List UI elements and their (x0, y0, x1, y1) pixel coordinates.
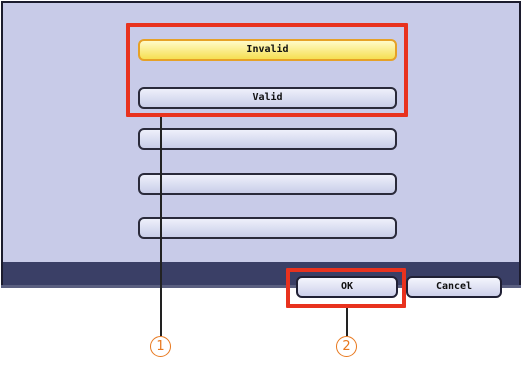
option-empty-1[interactable] (138, 128, 397, 150)
cancel-button[interactable]: Cancel (406, 276, 502, 298)
highlight-options (126, 23, 408, 117)
callout-2: 2 (336, 336, 357, 357)
option-empty-2[interactable] (138, 173, 397, 195)
callout-1: 1 (150, 336, 171, 357)
leader-line-2 (346, 308, 348, 336)
option-empty-3[interactable] (138, 217, 397, 239)
highlight-ok (286, 268, 406, 308)
leader-line-1 (160, 117, 162, 336)
